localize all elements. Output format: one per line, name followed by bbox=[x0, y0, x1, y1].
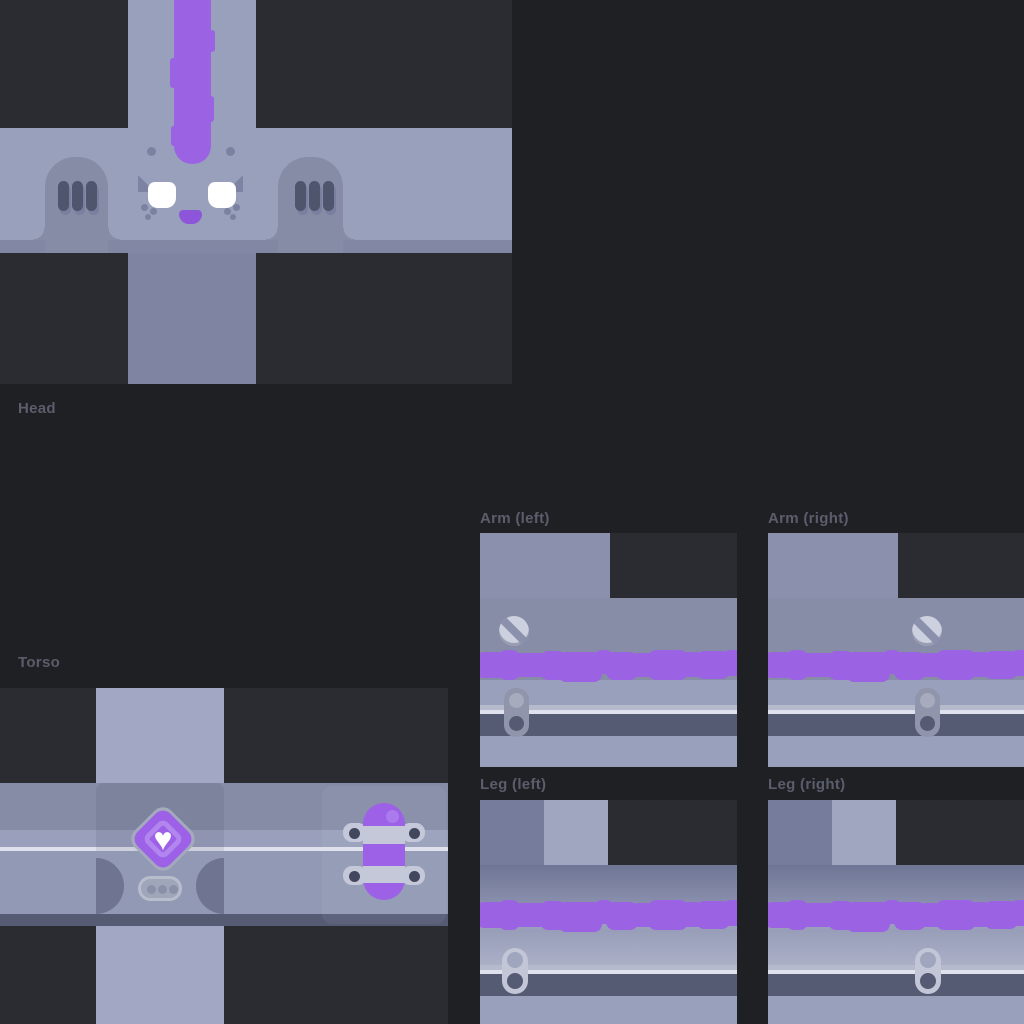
torso-top-bar bbox=[96, 688, 224, 783]
zipper-hole bbox=[920, 973, 936, 989]
patch-dot bbox=[147, 885, 156, 894]
hair-stripe-notch bbox=[170, 58, 176, 88]
patch-dot bbox=[158, 885, 167, 894]
cuff-dark-band bbox=[768, 714, 1024, 736]
zipper-hole bbox=[507, 973, 523, 989]
panel-label-arm-left: Arm (left) bbox=[480, 510, 550, 527]
armhole-shadow bbox=[196, 858, 224, 914]
zipper-hole bbox=[920, 952, 936, 968]
panel-label-leg-right: Leg (right) bbox=[768, 776, 845, 793]
fuzz-bump bbox=[722, 900, 737, 926]
arm-top-block bbox=[768, 533, 898, 598]
head-texture[interactable] bbox=[0, 0, 512, 384]
leg-left-texture[interactable] bbox=[480, 800, 737, 1024]
ear-slit bbox=[58, 181, 69, 211]
ear-fillet bbox=[266, 228, 278, 240]
fuzz-trim bbox=[480, 900, 737, 934]
eye-left bbox=[148, 182, 176, 208]
heart-icon: ♥ bbox=[146, 822, 180, 856]
eye-right bbox=[208, 182, 236, 208]
skin-texture-sheet: Head bbox=[0, 0, 1024, 1024]
ear-fillet bbox=[343, 228, 355, 240]
leg-uv-gap bbox=[608, 800, 737, 865]
hair-stripe-notch bbox=[209, 30, 215, 52]
freckle bbox=[150, 208, 157, 215]
capsule-stripe-light bbox=[363, 866, 405, 883]
zipper-pull bbox=[504, 688, 529, 737]
ear-slit bbox=[72, 181, 83, 211]
leg-thigh-gradient bbox=[480, 865, 737, 905]
ear-slit bbox=[86, 181, 97, 211]
ear-slit bbox=[295, 181, 306, 211]
bolt-dot bbox=[349, 828, 360, 839]
capsule-highlight bbox=[386, 810, 399, 823]
panel-label-torso: Torso bbox=[18, 654, 60, 671]
panel-label-head: Head bbox=[18, 400, 56, 417]
ear-fillet bbox=[108, 228, 120, 240]
panel-label-arm-right: Arm (right) bbox=[768, 510, 849, 527]
leg-uv-gap bbox=[896, 800, 1024, 865]
leg-top-block-dark bbox=[480, 800, 544, 865]
arm-uv-gap bbox=[610, 533, 737, 598]
armhole-shadow bbox=[96, 858, 124, 914]
fuzz-bump bbox=[1010, 900, 1024, 926]
panel-label-leg-left: Leg (left) bbox=[480, 776, 546, 793]
bolt-dot bbox=[409, 828, 420, 839]
zipper-pull bbox=[502, 948, 528, 994]
ear-slit bbox=[323, 181, 334, 211]
leg-thigh-gradient bbox=[768, 865, 1024, 905]
zipper-pull bbox=[915, 948, 941, 994]
bolt-dot bbox=[349, 871, 360, 882]
fuzz-trim bbox=[480, 650, 737, 684]
hair-stripe bbox=[174, 0, 211, 164]
fuzz-trim bbox=[768, 650, 1024, 684]
coin-stripe bbox=[499, 616, 529, 646]
button-coin bbox=[499, 616, 529, 646]
bolt-dot bbox=[409, 871, 420, 882]
leg-right-texture[interactable] bbox=[768, 800, 1024, 1024]
zipper-hole bbox=[920, 716, 935, 731]
stitch-patch bbox=[138, 876, 182, 901]
freckle bbox=[145, 214, 151, 220]
fuzz-bump bbox=[722, 650, 737, 676]
freckle bbox=[141, 204, 148, 211]
ear-slit bbox=[309, 181, 320, 211]
leg-top-block-dark bbox=[768, 800, 832, 865]
capsule-stripe-purple bbox=[363, 844, 405, 866]
torso-bottom-bar bbox=[96, 926, 224, 1024]
head-bottom-bar bbox=[128, 253, 256, 384]
zipper-hole bbox=[509, 693, 524, 708]
hair-stripe-notch bbox=[208, 96, 214, 122]
torso-texture[interactable]: ♥ bbox=[0, 688, 448, 1024]
leg-top-block-light bbox=[832, 800, 896, 865]
zipper-hole bbox=[920, 693, 935, 708]
patch-dot bbox=[169, 885, 178, 894]
arm-left-texture[interactable] bbox=[480, 533, 737, 767]
fuzz-trim bbox=[768, 900, 1024, 934]
zipper-hole bbox=[507, 952, 523, 968]
button-coin bbox=[912, 616, 942, 646]
arm-right-texture[interactable] bbox=[768, 533, 1024, 767]
brow-dot bbox=[147, 147, 156, 156]
fuzz-bump bbox=[1010, 650, 1024, 676]
zipper-pull bbox=[915, 688, 940, 737]
freckle bbox=[230, 214, 236, 220]
cuff-dark-band bbox=[768, 974, 1024, 996]
hair-stripe-notch bbox=[171, 126, 176, 146]
arm-uv-gap bbox=[898, 533, 1024, 598]
coin-stripe bbox=[912, 616, 942, 646]
leg-top-block-light bbox=[544, 800, 608, 865]
capsule-stripe-light bbox=[363, 826, 405, 844]
brow-dot bbox=[226, 147, 235, 156]
freckle bbox=[233, 204, 240, 211]
zipper-hole bbox=[509, 716, 524, 731]
ear-fillet bbox=[33, 228, 45, 240]
leg-lower-gradient bbox=[768, 929, 1024, 965]
arm-top-block bbox=[480, 533, 610, 598]
